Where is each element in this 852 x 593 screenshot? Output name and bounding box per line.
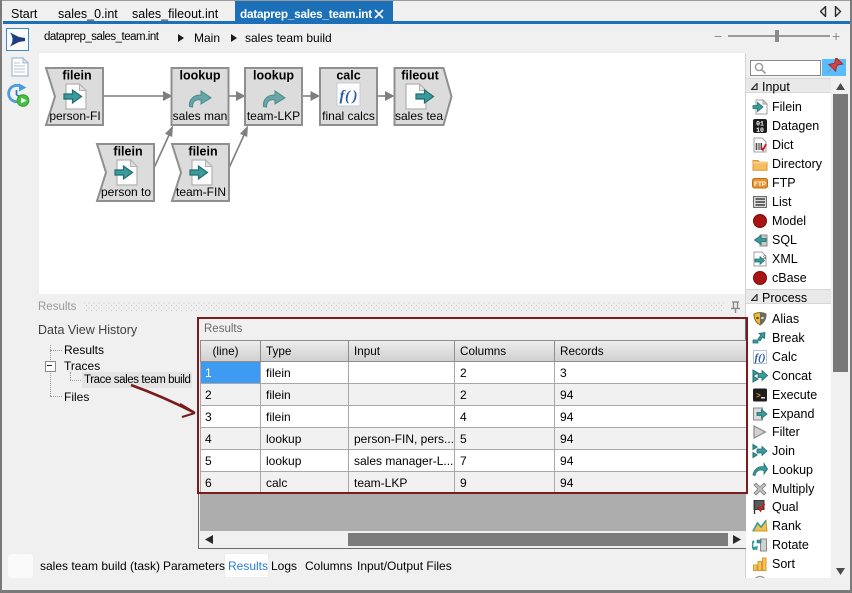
svg-text:team-FIN: team-FIN xyxy=(176,185,226,199)
svg-text:lookup: lookup xyxy=(253,69,294,83)
svg-text:sales tea: sales tea xyxy=(395,109,443,123)
svg-text:>: > xyxy=(756,392,761,401)
svg-text:filein: filein xyxy=(62,69,91,83)
svg-text:filein: filein xyxy=(113,145,142,159)
svg-text:person-FI: person-FI xyxy=(49,109,100,123)
svg-text:fileout: fileout xyxy=(401,69,439,83)
svg-text:FTP: FTP xyxy=(754,181,767,188)
svg-text:sales man: sales man xyxy=(173,109,228,123)
svg-text:lookup: lookup xyxy=(180,69,221,83)
svg-text:f(): f() xyxy=(340,89,358,105)
svg-text:filein: filein xyxy=(188,145,217,159)
svg-text:final calcs: final calcs xyxy=(322,109,375,123)
svg-text:10: 10 xyxy=(756,127,764,134)
svg-text:s: s xyxy=(763,255,766,261)
svg-text:calc: calc xyxy=(336,69,360,83)
svg-text:f(): f() xyxy=(755,352,766,364)
svg-text:team-LKP: team-LKP xyxy=(247,109,300,123)
svg-text:person to: person to xyxy=(101,185,151,199)
